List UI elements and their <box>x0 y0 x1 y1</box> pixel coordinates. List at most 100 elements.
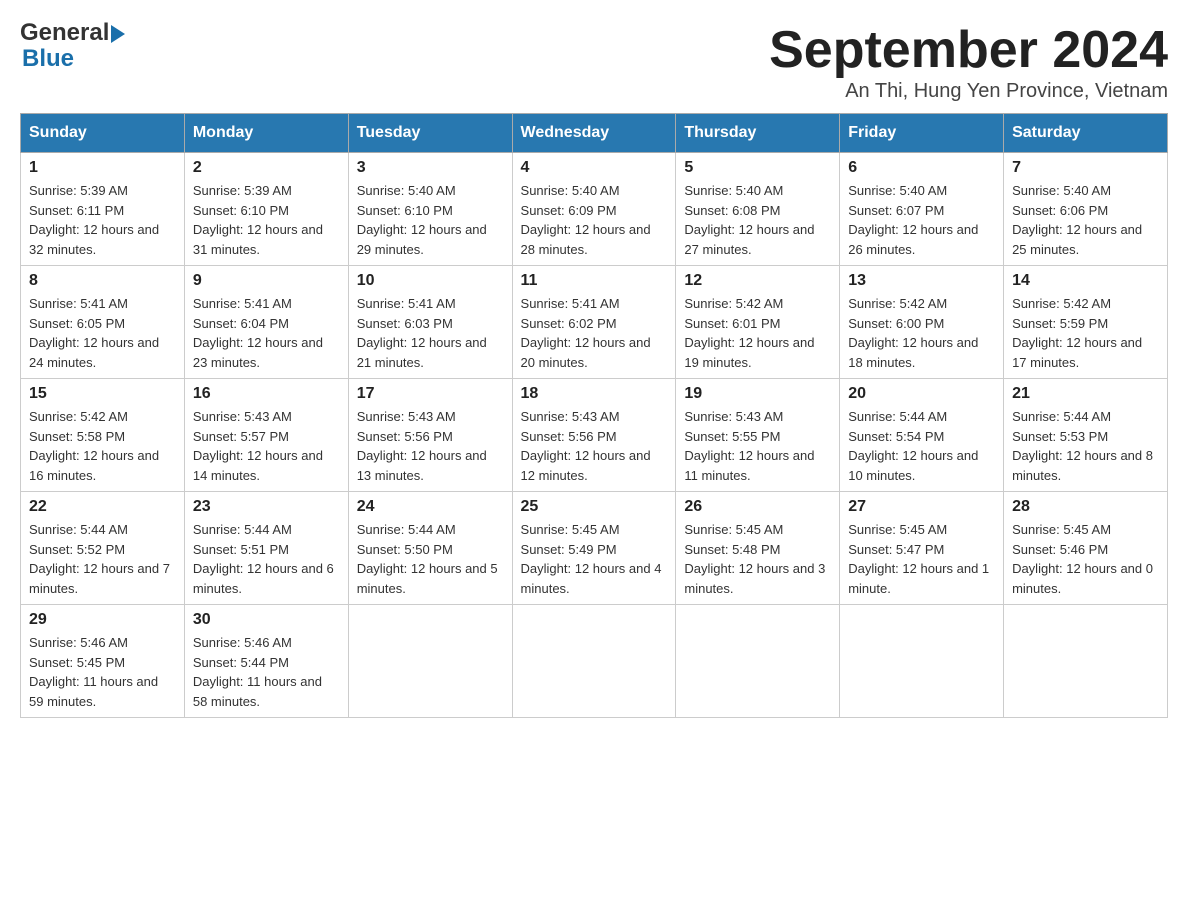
day-number: 18 <box>521 385 668 403</box>
weekday-header-thursday: Thursday <box>676 114 840 153</box>
day-info: Sunrise: 5:44 AM Sunset: 5:50 PM Dayligh… <box>357 520 504 598</box>
day-number: 28 <box>1012 498 1159 516</box>
calendar-week-row: 22 Sunrise: 5:44 AM Sunset: 5:52 PM Dayl… <box>21 492 1168 605</box>
day-info: Sunrise: 5:40 AM Sunset: 6:08 PM Dayligh… <box>684 181 831 259</box>
day-number: 20 <box>848 385 995 403</box>
day-info: Sunrise: 5:39 AM Sunset: 6:10 PM Dayligh… <box>193 181 340 259</box>
weekday-header-saturday: Saturday <box>1004 114 1168 153</box>
day-info: Sunrise: 5:45 AM Sunset: 5:49 PM Dayligh… <box>521 520 668 598</box>
calendar-week-row: 29 Sunrise: 5:46 AM Sunset: 5:45 PM Dayl… <box>21 605 1168 718</box>
day-number: 6 <box>848 159 995 177</box>
day-number: 19 <box>684 385 831 403</box>
calendar-cell: 26 Sunrise: 5:45 AM Sunset: 5:48 PM Dayl… <box>676 492 840 605</box>
calendar-cell: 10 Sunrise: 5:41 AM Sunset: 6:03 PM Dayl… <box>348 266 512 379</box>
day-number: 5 <box>684 159 831 177</box>
day-number: 30 <box>193 611 340 629</box>
calendar-cell: 3 Sunrise: 5:40 AM Sunset: 6:10 PM Dayli… <box>348 153 512 266</box>
calendar-cell: 15 Sunrise: 5:42 AM Sunset: 5:58 PM Dayl… <box>21 379 185 492</box>
weekday-header-friday: Friday <box>840 114 1004 153</box>
calendar-cell: 18 Sunrise: 5:43 AM Sunset: 5:56 PM Dayl… <box>512 379 676 492</box>
day-info: Sunrise: 5:42 AM Sunset: 6:01 PM Dayligh… <box>684 294 831 372</box>
calendar-cell: 22 Sunrise: 5:44 AM Sunset: 5:52 PM Dayl… <box>21 492 185 605</box>
day-info: Sunrise: 5:46 AM Sunset: 5:44 PM Dayligh… <box>193 633 340 711</box>
day-info: Sunrise: 5:41 AM Sunset: 6:02 PM Dayligh… <box>521 294 668 372</box>
day-info: Sunrise: 5:44 AM Sunset: 5:53 PM Dayligh… <box>1012 407 1159 485</box>
day-info: Sunrise: 5:43 AM Sunset: 5:55 PM Dayligh… <box>684 407 831 485</box>
day-info: Sunrise: 5:41 AM Sunset: 6:05 PM Dayligh… <box>29 294 176 372</box>
calendar-cell: 2 Sunrise: 5:39 AM Sunset: 6:10 PM Dayli… <box>184 153 348 266</box>
day-number: 17 <box>357 385 504 403</box>
calendar-cell: 9 Sunrise: 5:41 AM Sunset: 6:04 PM Dayli… <box>184 266 348 379</box>
calendar-cell: 12 Sunrise: 5:42 AM Sunset: 6:01 PM Dayl… <box>676 266 840 379</box>
day-number: 1 <box>29 159 176 177</box>
day-info: Sunrise: 5:42 AM Sunset: 5:59 PM Dayligh… <box>1012 294 1159 372</box>
logo-general-text: General <box>20 20 109 46</box>
day-number: 29 <box>29 611 176 629</box>
day-number: 12 <box>684 272 831 290</box>
calendar-week-row: 1 Sunrise: 5:39 AM Sunset: 6:11 PM Dayli… <box>21 153 1168 266</box>
calendar-week-row: 8 Sunrise: 5:41 AM Sunset: 6:05 PM Dayli… <box>21 266 1168 379</box>
calendar-cell: 11 Sunrise: 5:41 AM Sunset: 6:02 PM Dayl… <box>512 266 676 379</box>
day-number: 22 <box>29 498 176 516</box>
weekday-header-tuesday: Tuesday <box>348 114 512 153</box>
calendar-table: SundayMondayTuesdayWednesdayThursdayFrid… <box>20 113 1168 718</box>
day-number: 14 <box>1012 272 1159 290</box>
calendar-cell: 13 Sunrise: 5:42 AM Sunset: 6:00 PM Dayl… <box>840 266 1004 379</box>
day-number: 27 <box>848 498 995 516</box>
day-number: 9 <box>193 272 340 290</box>
day-number: 24 <box>357 498 504 516</box>
day-info: Sunrise: 5:46 AM Sunset: 5:45 PM Dayligh… <box>29 633 176 711</box>
calendar-cell: 24 Sunrise: 5:44 AM Sunset: 5:50 PM Dayl… <box>348 492 512 605</box>
day-info: Sunrise: 5:44 AM Sunset: 5:51 PM Dayligh… <box>193 520 340 598</box>
day-info: Sunrise: 5:40 AM Sunset: 6:10 PM Dayligh… <box>357 181 504 259</box>
calendar-cell: 6 Sunrise: 5:40 AM Sunset: 6:07 PM Dayli… <box>840 153 1004 266</box>
day-number: 15 <box>29 385 176 403</box>
month-title: September 2024 <box>769 20 1168 80</box>
calendar-cell: 5 Sunrise: 5:40 AM Sunset: 6:08 PM Dayli… <box>676 153 840 266</box>
weekday-header-sunday: Sunday <box>21 114 185 153</box>
calendar-week-row: 15 Sunrise: 5:42 AM Sunset: 5:58 PM Dayl… <box>21 379 1168 492</box>
calendar-cell <box>676 605 840 718</box>
day-number: 23 <box>193 498 340 516</box>
weekday-header-monday: Monday <box>184 114 348 153</box>
day-info: Sunrise: 5:39 AM Sunset: 6:11 PM Dayligh… <box>29 181 176 259</box>
weekday-header-wednesday: Wednesday <box>512 114 676 153</box>
calendar-cell: 8 Sunrise: 5:41 AM Sunset: 6:05 PM Dayli… <box>21 266 185 379</box>
day-number: 11 <box>521 272 668 290</box>
day-number: 21 <box>1012 385 1159 403</box>
day-info: Sunrise: 5:41 AM Sunset: 6:04 PM Dayligh… <box>193 294 340 372</box>
location-title: An Thi, Hung Yen Province, Vietnam <box>769 80 1168 103</box>
day-info: Sunrise: 5:43 AM Sunset: 5:56 PM Dayligh… <box>357 407 504 485</box>
day-info: Sunrise: 5:41 AM Sunset: 6:03 PM Dayligh… <box>357 294 504 372</box>
day-number: 10 <box>357 272 504 290</box>
weekday-header-row: SundayMondayTuesdayWednesdayThursdayFrid… <box>21 114 1168 153</box>
day-info: Sunrise: 5:45 AM Sunset: 5:47 PM Dayligh… <box>848 520 995 598</box>
day-info: Sunrise: 5:42 AM Sunset: 6:00 PM Dayligh… <box>848 294 995 372</box>
calendar-cell <box>1004 605 1168 718</box>
calendar-cell: 20 Sunrise: 5:44 AM Sunset: 5:54 PM Dayl… <box>840 379 1004 492</box>
calendar-cell <box>512 605 676 718</box>
calendar-cell: 19 Sunrise: 5:43 AM Sunset: 5:55 PM Dayl… <box>676 379 840 492</box>
calendar-cell: 25 Sunrise: 5:45 AM Sunset: 5:49 PM Dayl… <box>512 492 676 605</box>
day-info: Sunrise: 5:44 AM Sunset: 5:54 PM Dayligh… <box>848 407 995 485</box>
calendar-cell: 7 Sunrise: 5:40 AM Sunset: 6:06 PM Dayli… <box>1004 153 1168 266</box>
calendar-cell: 21 Sunrise: 5:44 AM Sunset: 5:53 PM Dayl… <box>1004 379 1168 492</box>
calendar-cell: 23 Sunrise: 5:44 AM Sunset: 5:51 PM Dayl… <box>184 492 348 605</box>
day-info: Sunrise: 5:43 AM Sunset: 5:56 PM Dayligh… <box>521 407 668 485</box>
day-number: 16 <box>193 385 340 403</box>
calendar-cell <box>840 605 1004 718</box>
calendar-cell: 16 Sunrise: 5:43 AM Sunset: 5:57 PM Dayl… <box>184 379 348 492</box>
day-info: Sunrise: 5:43 AM Sunset: 5:57 PM Dayligh… <box>193 407 340 485</box>
day-number: 7 <box>1012 159 1159 177</box>
day-info: Sunrise: 5:42 AM Sunset: 5:58 PM Dayligh… <box>29 407 176 485</box>
day-number: 4 <box>521 159 668 177</box>
calendar-cell: 29 Sunrise: 5:46 AM Sunset: 5:45 PM Dayl… <box>21 605 185 718</box>
calendar-cell: 17 Sunrise: 5:43 AM Sunset: 5:56 PM Dayl… <box>348 379 512 492</box>
day-number: 3 <box>357 159 504 177</box>
calendar-cell: 30 Sunrise: 5:46 AM Sunset: 5:44 PM Dayl… <box>184 605 348 718</box>
calendar-cell: 28 Sunrise: 5:45 AM Sunset: 5:46 PM Dayl… <box>1004 492 1168 605</box>
day-info: Sunrise: 5:45 AM Sunset: 5:46 PM Dayligh… <box>1012 520 1159 598</box>
calendar-cell: 4 Sunrise: 5:40 AM Sunset: 6:09 PM Dayli… <box>512 153 676 266</box>
title-section: September 2024 An Thi, Hung Yen Province… <box>769 20 1168 103</box>
day-number: 2 <box>193 159 340 177</box>
